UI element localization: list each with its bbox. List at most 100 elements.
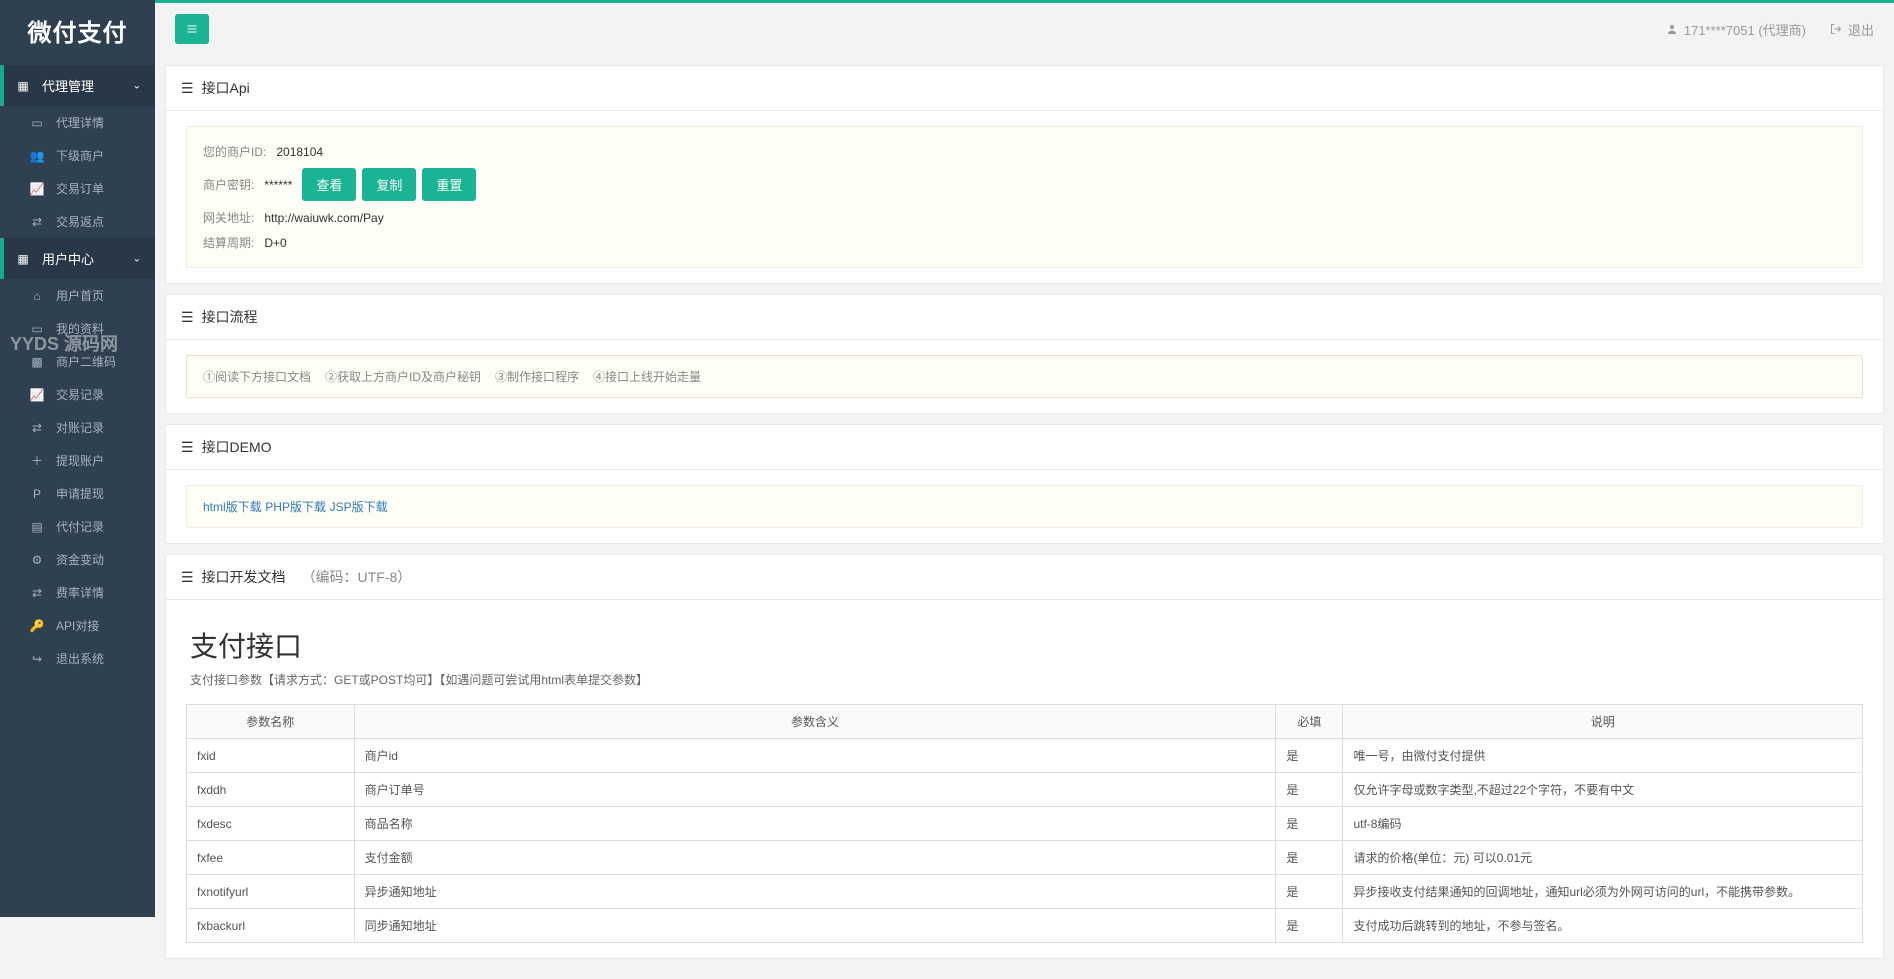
api-subheading: 支付接口参数【请求方式：GET或POST均可】【如遇问题可尝试用html表单提交… xyxy=(186,671,1863,698)
list-icon: ☰ xyxy=(181,80,194,97)
list-icon: ▤ xyxy=(28,520,46,534)
sidebar-item-label: 提现账户 xyxy=(56,452,104,469)
sidebar-item-payout-log[interactable]: ▤代付记录 xyxy=(0,510,155,543)
sidebar-item-withdraw-account[interactable]: ＋ 提现账户 xyxy=(0,444,155,477)
table-row: fxdesc商品名称是utf-8编码 xyxy=(187,807,1863,841)
api-info-box: 您的商户ID: 2018104 商户密钥: ****** 查看 复制 重置 网关 xyxy=(186,126,1863,268)
sidebar-item-fee-detail[interactable]: ⇄ 费率详情 xyxy=(0,576,155,609)
table-cell: fxbackurl xyxy=(187,909,355,943)
flow-steps: ①阅读下方接口文档 ②获取上方商户ID及商户秘钥 ③制作接口程序 ④接口上线开始… xyxy=(203,368,1846,385)
sidebar-item-label: API对接 xyxy=(56,617,99,634)
sidebar-group-agent[interactable]: ▦ 代理管理 ⌄ xyxy=(0,65,155,106)
windows-icon: ▦ xyxy=(14,252,32,266)
sidebar-item-agent-detail[interactable]: ▭代理详情 xyxy=(0,106,155,139)
sidebar-item-recon[interactable]: ⇄ 对账记录 xyxy=(0,411,155,444)
cog-icon: ⚙ xyxy=(28,553,46,567)
sidebar-item-label: 交易返点 xyxy=(56,213,104,230)
logo-block: 微付支付 xyxy=(0,0,155,60)
th-required: 必填 xyxy=(1276,705,1343,739)
table-cell: 仅允许字母或数字类型,不超过22个字符，不要有中文 xyxy=(1343,773,1863,807)
main: 171****7051 (代理商) 退出 ☰ 接口Api 您的商户ID: 201… xyxy=(155,3,1894,979)
table-header-row: 参数名称 参数含义 必填 说明 xyxy=(187,705,1863,739)
api-heading: 支付接口 xyxy=(186,625,1863,665)
sidebar-item-label: 费率详情 xyxy=(56,584,104,601)
user-menu[interactable]: 171****7051 (代理商) xyxy=(1666,20,1806,39)
th-desc: 说明 xyxy=(1343,705,1863,739)
sidebar-item-sub-merchant[interactable]: 👥下级商户 xyxy=(0,139,155,172)
sidebar-item-label: 申请提现 xyxy=(56,485,104,502)
panel-title: ☰ 接口开发文档 （编码：UTF-8） xyxy=(166,555,1883,600)
chart-icon: 📈 xyxy=(28,388,46,402)
reset-secret-button[interactable]: 重置 xyxy=(422,168,476,201)
sidebar-item-user-home[interactable]: ⌂用户首页 xyxy=(0,279,155,312)
toggle-sidebar-button[interactable] xyxy=(175,14,209,44)
logout-button[interactable]: 退出 xyxy=(1830,20,1874,39)
signout-icon xyxy=(1830,23,1842,35)
th-meaning: 参数含义 xyxy=(354,705,1276,739)
th-name: 参数名称 xyxy=(187,705,355,739)
logout-label: 退出 xyxy=(1848,20,1874,39)
table-row: fxfee支付金额是请求的价格(单位：元) 可以0.01元 xyxy=(187,841,1863,875)
signout-icon: ↪ xyxy=(28,652,46,666)
sidebar-group-user[interactable]: ▦ 用户中心 ⌄ xyxy=(0,238,155,279)
bars-icon xyxy=(186,23,198,35)
demo-link-html[interactable]: html版下载 xyxy=(203,500,262,514)
sidebar-item-label: 对账记录 xyxy=(56,419,104,436)
demo-link-php[interactable]: PHP版下载 xyxy=(265,500,326,514)
panel-docs: ☰ 接口开发文档 （编码：UTF-8） 支付接口 支付接口参数【请求方式：GET… xyxy=(165,554,1884,959)
table-cell: 是 xyxy=(1276,875,1343,909)
table-cell: 异步接收支付结果通知的回调地址，通知url必须为外网可访问的url，不能携带参数… xyxy=(1343,875,1863,909)
exchange-icon: ⇄ xyxy=(28,586,46,600)
flow-step: ④接口上线开始走量 xyxy=(593,368,701,385)
topbar: 171****7051 (代理商) 退出 xyxy=(155,3,1894,55)
gateway-label: 网关地址: xyxy=(203,209,254,226)
key-icon: 🔑 xyxy=(28,619,46,633)
user-label: 171****7051 (代理商) xyxy=(1684,20,1806,39)
sidebar-item-trade-log[interactable]: 📈交易记录 xyxy=(0,378,155,411)
plus-icon: ＋ xyxy=(28,452,46,469)
flow-step: ③制作接口程序 xyxy=(495,368,579,385)
view-secret-button[interactable]: 查看 xyxy=(302,168,356,201)
secret-value: ****** xyxy=(264,178,292,192)
sidebar-item-api[interactable]: 🔑 API对接 xyxy=(0,609,155,642)
sidebar: 微付支付 ▦ 代理管理 ⌄ ▭代理详情 👥下级商户 📈交易订单 ⇄交易返点 ▦ … xyxy=(0,0,155,917)
brand-text: 微付支付 xyxy=(28,13,128,48)
home-icon: ⌂ xyxy=(28,289,46,303)
sidebar-item-profile[interactable]: ▭我的资料 xyxy=(0,312,155,345)
sidebar-item-rebate[interactable]: ⇄交易返点 xyxy=(0,205,155,238)
flow-step: ②获取上方商户ID及商户秘钥 xyxy=(325,368,481,385)
panel-subtitle: （编码：UTF-8） xyxy=(302,567,412,587)
table-cell: 商户订单号 xyxy=(354,773,1276,807)
chevron-down-icon: ⌄ xyxy=(133,80,141,91)
demo-link-jsp[interactable]: JSP版下载 xyxy=(330,500,388,514)
table-cell: fxddh xyxy=(187,773,355,807)
panel-demo: ☰ 接口DEMO html版下载 PHP版下载 JSP版下载 xyxy=(165,424,1884,544)
table-row: fxid商户id是唯一号，由微付支付提供 xyxy=(187,739,1863,773)
params-table: 参数名称 参数含义 必填 说明 fxid商户id是唯一号，由微付支付提供fxdd… xyxy=(186,704,1863,943)
sidebar-label: 用户中心 xyxy=(42,249,94,268)
sidebar-item-orders[interactable]: 📈交易订单 xyxy=(0,172,155,205)
list-icon: ☰ xyxy=(181,309,194,326)
panel-title-text: 接口Api xyxy=(202,78,250,98)
table-row: fxbackurl同步通知地址是支付成功后跳转到的地址，不参与签名。 xyxy=(187,909,1863,943)
windows-icon: ▦ xyxy=(14,79,32,93)
table-cell: 是 xyxy=(1276,807,1343,841)
sidebar-item-fund-change[interactable]: ⚙ 资金变动 xyxy=(0,543,155,576)
table-cell: 请求的价格(单位：元) 可以0.01元 xyxy=(1343,841,1863,875)
sidebar-item-apply-withdraw[interactable]: P申请提现 xyxy=(0,477,155,510)
sidebar-item-label: 代理详情 xyxy=(56,114,104,131)
settle-value: D+0 xyxy=(264,236,286,250)
table-cell: 商户id xyxy=(354,739,1276,773)
sidebar-item-logout[interactable]: ↪退出系统 xyxy=(0,642,155,675)
sidebar-item-label: 交易订单 xyxy=(56,180,104,197)
qr-icon: ▩ xyxy=(28,355,46,369)
sidebar-item-label: 下级商户 xyxy=(56,147,104,164)
nav: ▦ 代理管理 ⌄ ▭代理详情 👥下级商户 📈交易订单 ⇄交易返点 ▦ 用户中心 … xyxy=(0,60,155,675)
sidebar-item-qrcode[interactable]: ▩商户二维码 xyxy=(0,345,155,378)
copy-secret-button[interactable]: 复制 xyxy=(362,168,416,201)
panel-title: ☰ 接口Api xyxy=(166,66,1883,111)
merchant-id-label: 您的商户ID: xyxy=(203,143,266,160)
sidebar-item-label: 资金变动 xyxy=(56,551,104,568)
exchange-icon: ⇄ xyxy=(28,421,46,435)
secret-label: 商户密钥: xyxy=(203,176,254,193)
